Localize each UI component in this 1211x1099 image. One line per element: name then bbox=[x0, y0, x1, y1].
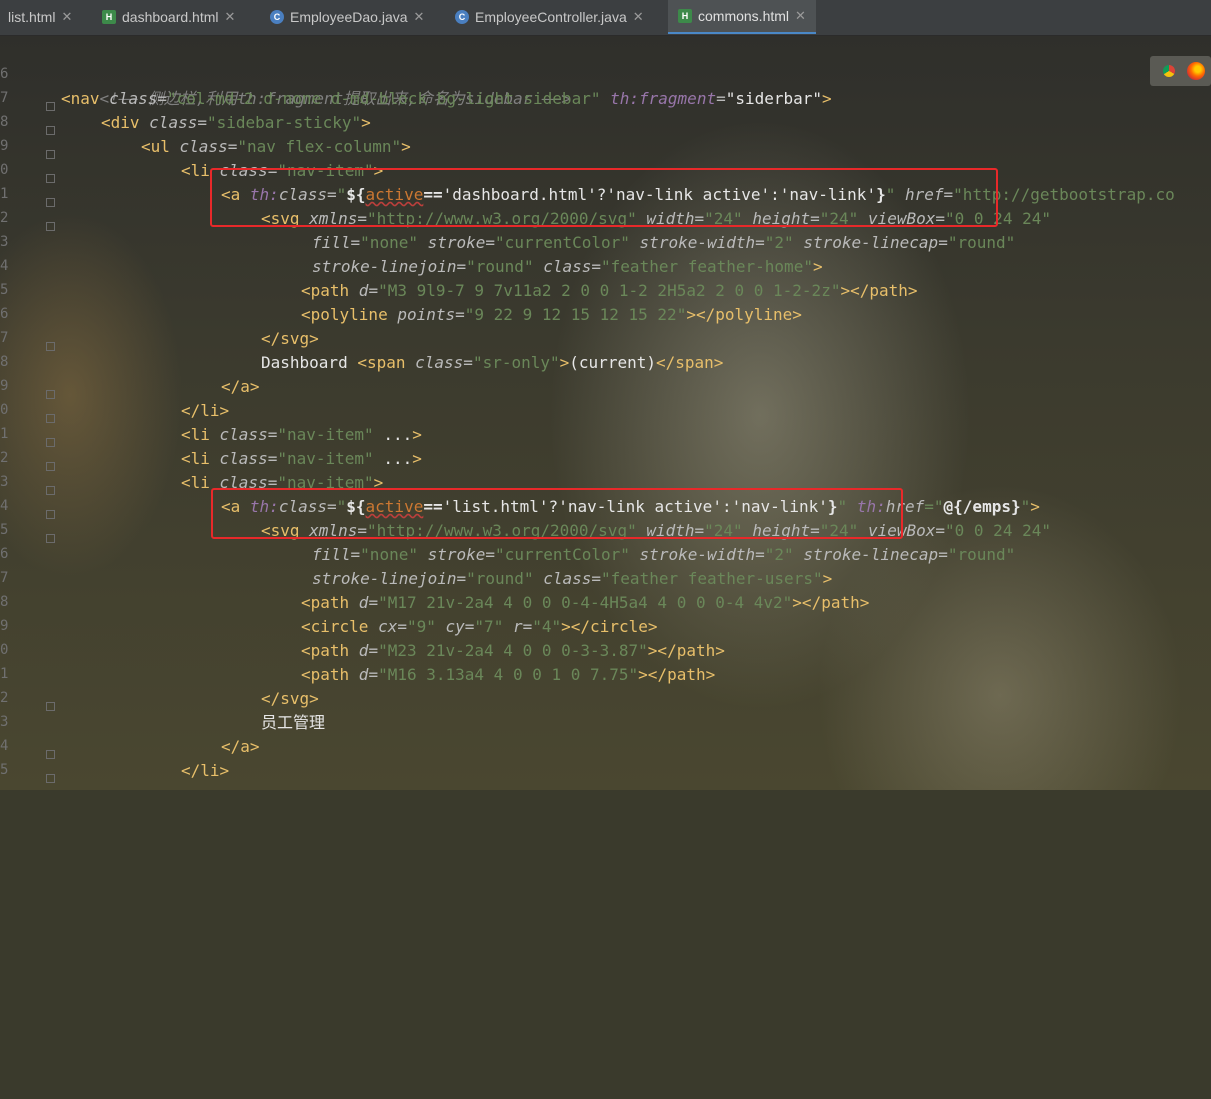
close-icon[interactable]: ✕ bbox=[795, 0, 806, 33]
tab-label: EmployeeDao.java bbox=[290, 9, 408, 25]
code-line: <path d="M3 9l9-7 9 7v11a2 2 0 0 1-2 2H5… bbox=[301, 281, 918, 300]
java-class-icon: C bbox=[455, 10, 469, 24]
java-class-icon: C bbox=[270, 10, 284, 24]
code-line: stroke-linejoin="round" class="feather f… bbox=[312, 257, 823, 276]
code-line: <!—— 侧边栏,利用th:fragment提取出来,命名为sidebar ——… bbox=[61, 63, 571, 108]
code-line: <path d="M23 21v-2a4 4 0 0 0-3-3.87"></p… bbox=[301, 641, 725, 660]
tab-employeedao-java[interactable]: C EmployeeDao.java ✕ bbox=[270, 0, 424, 34]
code-editor[interactable]: <!—— 侧边栏,利用th:fragment提取出来,命名为sidebar ——… bbox=[0, 35, 1211, 790]
code-line: 员工管理 bbox=[261, 713, 326, 732]
code-line: <circle cx="9" cy="7" r="4"></circle> bbox=[301, 617, 658, 636]
code-line: stroke-linejoin="round" class="feather f… bbox=[312, 569, 833, 588]
highlight-box bbox=[211, 488, 903, 539]
code-line: </li> bbox=[181, 761, 230, 780]
tab-list-html[interactable]: list.html ✕ bbox=[8, 0, 72, 34]
html-file-icon: H bbox=[678, 9, 692, 23]
code-line: </a> bbox=[221, 737, 260, 756]
code-line: </a> bbox=[221, 377, 260, 396]
tab-label: dashboard.html bbox=[122, 9, 219, 25]
code-line: <ul class="nav flex-column"> bbox=[141, 137, 411, 156]
code-line: <div class="sidebar-sticky"> bbox=[101, 113, 371, 132]
code-line: Dashboard <span class="sr-only">(current… bbox=[261, 353, 724, 372]
close-icon[interactable]: ✕ bbox=[225, 0, 236, 34]
tab-label: list.html bbox=[8, 9, 56, 25]
code-line: <nav class="col-md-2 d-none d-md-block b… bbox=[61, 89, 832, 108]
tab-employeecontroller-java[interactable]: C EmployeeController.java ✕ bbox=[455, 0, 644, 34]
highlight-box bbox=[210, 168, 998, 227]
html-file-icon: H bbox=[102, 10, 116, 24]
editor-tab-bar: list.html ✕ H dashboard.html ✕ C Employe… bbox=[0, 0, 1211, 36]
code-line: <path d="M16 3.13a4 4 0 0 1 0 7.75"></pa… bbox=[301, 665, 716, 684]
close-icon[interactable]: ✕ bbox=[414, 0, 425, 34]
tab-dashboard-html[interactable]: H dashboard.html ✕ bbox=[102, 0, 235, 34]
code-line: </svg> bbox=[261, 329, 319, 348]
code-line: fill="none" stroke="currentColor" stroke… bbox=[312, 233, 1016, 252]
close-icon[interactable]: ✕ bbox=[633, 0, 644, 34]
tab-commons-html[interactable]: H commons.html ✕ bbox=[668, 0, 816, 34]
tab-label: commons.html bbox=[698, 8, 790, 24]
code-line: <path d="M17 21v-2a4 4 0 0 0-4-4H5a4 4 0… bbox=[301, 593, 870, 612]
code-line: <li class="nav-item" ...> bbox=[181, 425, 422, 444]
code-line: </svg> bbox=[261, 689, 319, 708]
code-line: <polyline points="9 22 9 12 15 12 15 22"… bbox=[301, 305, 802, 324]
code-line: <li class="nav-item" ...> bbox=[181, 449, 422, 468]
tab-label: EmployeeController.java bbox=[475, 9, 627, 25]
code-line: </li> bbox=[181, 401, 230, 420]
code-line: fill="none" stroke="currentColor" stroke… bbox=[312, 545, 1016, 564]
close-icon[interactable]: ✕ bbox=[61, 0, 72, 34]
